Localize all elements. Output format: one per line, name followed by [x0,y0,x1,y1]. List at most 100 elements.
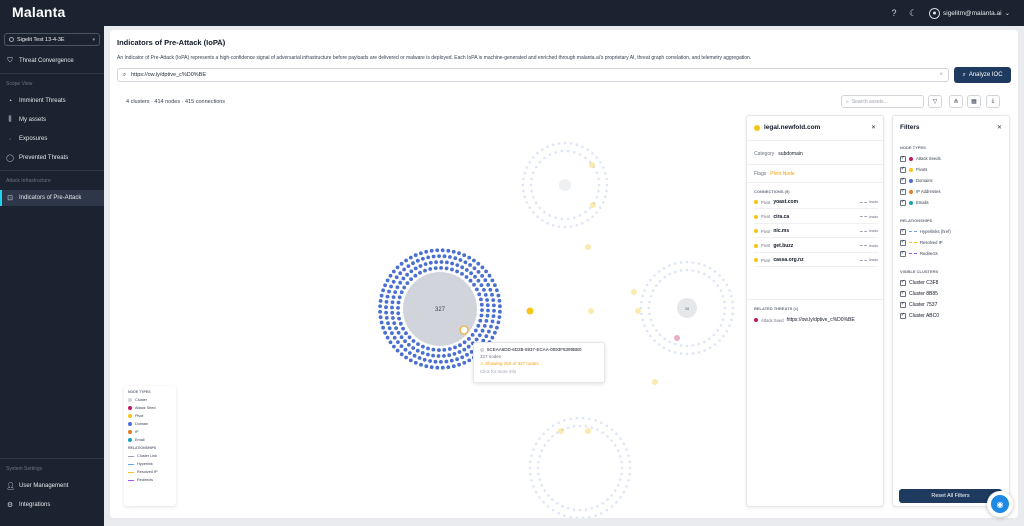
domain-node[interactable] [496,320,501,325]
faint-domain-node[interactable] [530,177,533,181]
faint-domain-node[interactable] [528,206,531,209]
domain-node[interactable] [399,344,404,348]
domain-node[interactable] [399,335,404,340]
faint-domain-node[interactable] [557,142,561,145]
faint-domain-node[interactable] [685,260,689,264]
faint-domain-node[interactable] [596,428,599,432]
domain-node[interactable] [487,273,492,278]
domain-node[interactable] [462,347,467,352]
sidebar-item-indicators-of-pre-attack[interactable]: ⊡ Indicators of Pre-Attack [0,190,104,206]
faint-domain-node[interactable] [725,329,729,333]
domain-node[interactable] [455,263,460,267]
faint-domain-node[interactable] [575,416,579,420]
domain-node[interactable] [411,261,415,266]
faint-domain-node[interactable] [528,466,532,470]
domain-node[interactable] [399,290,404,295]
faint-domain-node[interactable] [673,351,677,354]
domain-node[interactable] [458,258,463,262]
domain-node[interactable] [413,273,418,278]
faint-domain-node[interactable] [728,289,731,292]
faint-domain-node[interactable] [557,225,561,228]
domain-node[interactable] [383,283,387,288]
faint-domain-node[interactable] [713,270,717,273]
domain-node[interactable] [434,260,438,264]
domain-node[interactable] [396,300,401,305]
asset-search-input[interactable]: ⌕ Search assets... [841,95,924,108]
domain-node[interactable] [408,255,413,260]
faint-domain-node[interactable] [538,496,541,499]
faint-domain-node[interactable] [600,511,603,515]
domain-node[interactable] [473,274,477,279]
domain-node[interactable] [384,316,389,320]
faint-domain-node[interactable] [542,432,545,436]
domain-node[interactable] [404,355,408,360]
domain-node[interactable] [421,344,425,349]
domain-node[interactable] [476,323,481,328]
faint-domain-node[interactable] [538,160,542,164]
domain-node[interactable] [498,309,502,314]
faint-domain-node[interactable] [691,261,695,264]
domain-node[interactable] [472,258,476,263]
domain-node[interactable] [397,295,402,300]
faint-domain-node[interactable] [532,211,535,214]
faint-domain-node[interactable] [599,206,602,209]
pivot-node[interactable] [589,162,595,168]
faint-domain-node[interactable] [679,344,683,347]
faint-domain-node[interactable] [640,300,643,304]
domain-node[interactable] [440,365,445,370]
faint-domain-node[interactable] [538,454,541,458]
faint-domain-node[interactable] [655,284,658,287]
faint-domain-node[interactable] [543,156,546,160]
domain-node[interactable] [384,300,389,304]
faint-domain-node[interactable] [532,156,535,159]
domain-node[interactable] [495,325,499,330]
domain-node[interactable] [465,352,469,357]
domain-node[interactable] [426,255,431,260]
faint-domain-node[interactable] [622,442,626,446]
domain-node[interactable] [487,329,491,334]
domain-node[interactable] [473,328,478,333]
faint-domain-node[interactable] [708,276,711,279]
faint-domain-node[interactable] [538,478,541,482]
faint-domain-node[interactable] [708,337,711,341]
domain-node[interactable] [415,348,420,353]
faint-domain-node[interactable] [547,494,550,497]
domain-node[interactable] [450,267,454,272]
sidebar-item-threat-convergence[interactable]: ⛉ Threat Convergence [0,53,104,69]
domain-node[interactable] [482,324,487,328]
domain-node[interactable] [426,352,430,357]
faint-domain-node[interactable] [546,221,549,225]
faint-domain-node[interactable] [668,349,671,352]
domain-node[interactable] [484,334,489,339]
checkbox-checked-icon[interactable]: ✓ [900,239,906,246]
domain-node[interactable] [402,267,406,272]
pivot-node[interactable] [585,244,591,250]
faint-domain-node[interactable] [605,177,608,181]
faint-domain-node[interactable] [563,514,566,517]
faint-domain-node[interactable] [716,284,719,287]
domain-node[interactable] [419,251,423,256]
faint-domain-node[interactable] [610,428,614,431]
faint-domain-node[interactable] [697,270,700,274]
faint-domain-node[interactable] [685,344,689,348]
faint-domain-node[interactable] [541,219,544,222]
faint-domain-node[interactable] [662,346,666,350]
faint-domain-node[interactable] [620,466,624,470]
domain-node[interactable] [413,266,418,271]
pivot-node[interactable] [526,307,534,315]
faint-domain-node[interactable] [649,278,652,282]
domain-node[interactable] [391,269,396,274]
faint-domain-node[interactable] [538,206,542,210]
domain-node[interactable] [399,261,404,266]
faint-domain-node[interactable] [566,149,570,153]
domain-node[interactable] [385,294,390,299]
faint-domain-node[interactable] [685,268,689,272]
domain-node[interactable] [460,355,465,360]
filter-cluster[interactable]: ✓ Cluster 7537 [900,300,937,309]
faint-domain-node[interactable] [597,177,600,181]
faint-domain-node[interactable] [722,334,725,338]
faint-domain-node[interactable] [645,283,649,287]
sidebar-item-exposures[interactable]: · Exposures [0,131,104,147]
domain-node[interactable] [464,275,469,279]
chat-assistant-button[interactable]: ◉ [987,491,1013,517]
